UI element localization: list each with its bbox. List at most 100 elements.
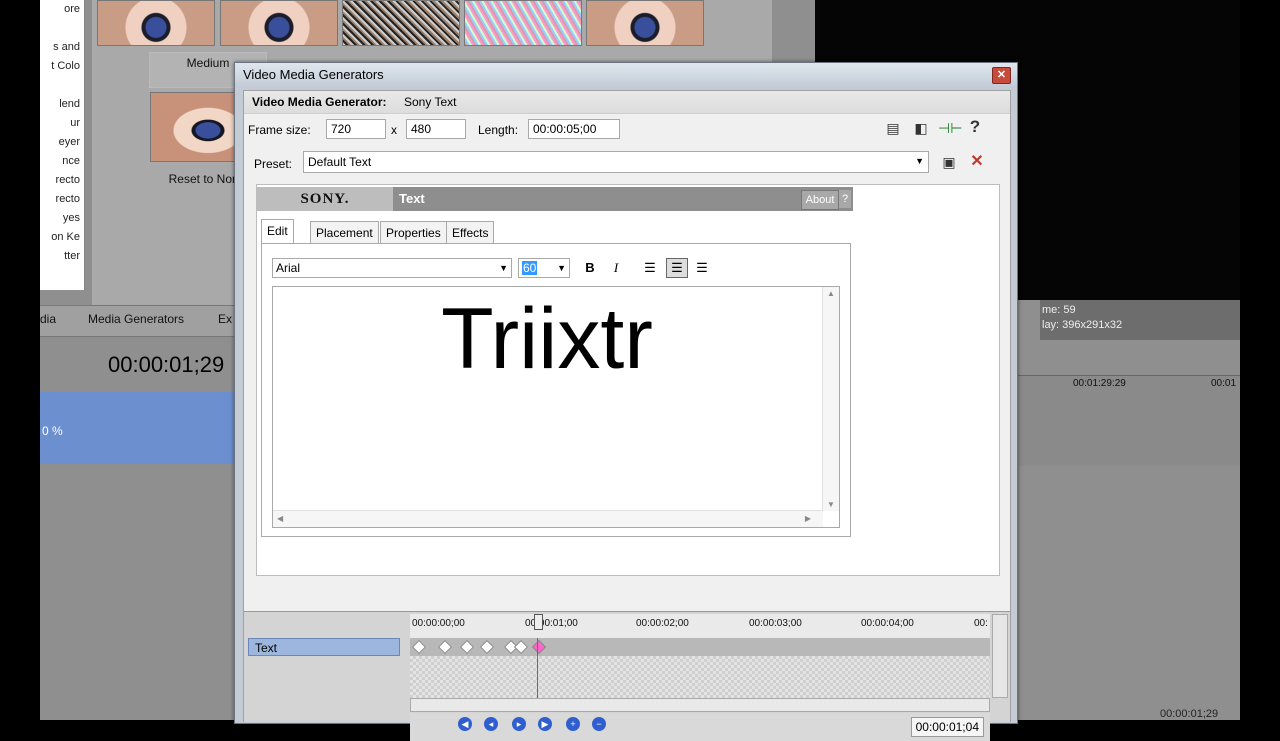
- preset-dropdown[interactable]: Default Text ▼: [303, 151, 929, 173]
- first-keyframe-icon[interactable]: ◀: [458, 717, 472, 731]
- preset-thumbnail[interactable]: [220, 0, 338, 46]
- help-icon[interactable]: ?: [966, 118, 984, 136]
- tab-properties[interactable]: Properties: [380, 221, 447, 244]
- display-info: lay: 396x291x32: [1042, 319, 1123, 331]
- ruler-label: 00:: [974, 618, 988, 629]
- list-item[interactable]: tter: [40, 247, 84, 266]
- keyframe-horizontal-scrollbar[interactable]: [410, 698, 990, 712]
- chevron-down-icon: ▼: [557, 263, 566, 273]
- delete-preset-icon[interactable]: ✕: [968, 153, 986, 171]
- tab-media-generators[interactable]: Media Generators: [88, 312, 184, 326]
- frame-info: me: 59: [1042, 304, 1076, 316]
- length-field[interactable]: [528, 119, 620, 139]
- close-button[interactable]: ✕: [992, 67, 1011, 84]
- ruler-label: 00:00:04;00: [861, 618, 914, 629]
- zoom-readout: 0 %: [42, 424, 63, 438]
- plugin-name: Text: [399, 191, 425, 206]
- list-item[interactable]: ur: [40, 114, 84, 133]
- keyframe-row[interactable]: [410, 638, 990, 656]
- timeline-end-time: 00:00:01;29: [1160, 708, 1219, 720]
- list-item[interactable]: yes: [40, 209, 84, 228]
- list-item[interactable]: eyer: [40, 133, 84, 152]
- list-item[interactable]: t Colo: [40, 57, 84, 76]
- keyframe-timecode: 00:00:01;04: [910, 717, 984, 737]
- list-item[interactable]: recto: [40, 171, 84, 190]
- align-right-icon[interactable]: ☰: [692, 258, 712, 278]
- dialog-body: Video Media Generator: Sony Text Frame s…: [243, 90, 1011, 741]
- keyframe-controller: Text 00:00:00;00 00:00:01;00 00:00:02;00…: [244, 611, 1010, 741]
- preset-thumbnail[interactable]: [464, 0, 582, 46]
- list-item[interactable]: s and: [40, 38, 84, 57]
- font-name: Arial: [276, 261, 301, 275]
- playhead-handle[interactable]: [534, 614, 543, 630]
- preset-thumbnail[interactable]: [586, 0, 704, 46]
- keyframe-icon[interactable]: ⊣⊢: [938, 119, 962, 137]
- delete-keyframe-icon[interactable]: −: [592, 717, 606, 731]
- preset-thumbnail[interactable]: [342, 0, 460, 46]
- chevron-down-icon: ▼: [915, 156, 924, 166]
- frame-width-field[interactable]: [326, 119, 386, 139]
- keyframe-toolbar: ◀ ◂ ▸ ▶ + − 00:00:01;04: [410, 713, 990, 741]
- text-content[interactable]: Triixtr: [273, 289, 821, 389]
- effects-list[interactable]: ore s and t Colo lend ur eyer nce recto …: [40, 0, 85, 290]
- frame-height-field[interactable]: [406, 119, 466, 139]
- list-item[interactable]: [40, 76, 84, 95]
- list-item[interactable]: ore: [40, 0, 84, 19]
- keyframe-lane[interactable]: [410, 638, 990, 698]
- list-item[interactable]: recto: [40, 190, 84, 209]
- tab-edit[interactable]: Edit: [261, 219, 294, 244]
- vertical-scrollbar[interactable]: ▲ ▼: [822, 287, 839, 511]
- scroll-right-icon[interactable]: ▶: [805, 514, 811, 523]
- save-icon[interactable]: ▤: [884, 119, 902, 137]
- preset-thumbnail[interactable]: [97, 0, 215, 46]
- font-size-dropdown[interactable]: 60 ▼: [518, 258, 570, 278]
- list-item[interactable]: on Ke: [40, 228, 84, 247]
- italic-button[interactable]: I: [606, 258, 626, 278]
- timeline-ruler: 00:01:29:29 00:01: [1015, 375, 1240, 466]
- plugin-help-button[interactable]: ?: [839, 190, 851, 208]
- text-editor[interactable]: Triixtr ▲ ▼ ◀ ▶: [272, 286, 840, 528]
- length-label: Length:: [478, 123, 519, 137]
- keyframe-vertical-scrollbar[interactable]: [992, 614, 1008, 698]
- preset-value: Default Text: [308, 155, 372, 169]
- plugin-header: SONY. Text About ?: [257, 187, 853, 211]
- keyframe-track-label[interactable]: Text: [248, 638, 400, 656]
- next-keyframe-icon[interactable]: ▸: [512, 717, 526, 731]
- tab-placement[interactable]: Placement: [310, 221, 379, 244]
- ruler-label: 00:01:29:29: [1073, 378, 1126, 389]
- tab-explorer[interactable]: Ex: [218, 312, 232, 326]
- video-info: me: 59 lay: 396x291x32: [1040, 300, 1240, 340]
- save-preset-icon[interactable]: ▣: [940, 153, 958, 171]
- font-dropdown[interactable]: Arial ▼: [272, 258, 512, 278]
- last-keyframe-icon[interactable]: ▶: [538, 717, 552, 731]
- list-item[interactable]: lend: [40, 95, 84, 114]
- tab-media[interactable]: dia: [40, 312, 56, 326]
- list-item[interactable]: nce: [40, 152, 84, 171]
- dialog-title-bar[interactable]: Video Media Generators ✕: [235, 63, 1017, 87]
- add-keyframe-icon[interactable]: +: [566, 717, 580, 731]
- keyframe-marker[interactable]: [459, 639, 475, 655]
- ruler-label: 00:00:02;00: [636, 618, 689, 629]
- generator-header: Video Media Generator: Sony Text: [244, 91, 1010, 114]
- keyframe-marker[interactable]: [513, 639, 529, 655]
- edit-pane: Arial ▼ 60 ▼ B I ☰ ☰ ☰ Triixtr ▲ ▼ ◀ ▶: [261, 243, 851, 537]
- plugin-panel: SONY. Text About ? Edit Placement Proper…: [256, 184, 1000, 576]
- keyframe-ruler[interactable]: 00:00:00;00 00:00:01;00 00:00:02;00 00:0…: [410, 614, 990, 638]
- bold-button[interactable]: B: [580, 258, 600, 278]
- chevron-down-icon: ▼: [499, 263, 508, 273]
- about-button[interactable]: About: [801, 190, 839, 210]
- list-item[interactable]: [40, 19, 84, 38]
- prev-keyframe-icon[interactable]: ◂: [484, 717, 498, 731]
- scroll-left-icon[interactable]: ◀: [277, 514, 283, 523]
- keyframe-marker[interactable]: [531, 639, 547, 655]
- align-center-icon[interactable]: ☰: [666, 258, 688, 278]
- horizontal-scrollbar[interactable]: ◀ ▶: [273, 510, 823, 527]
- tab-effects[interactable]: Effects: [446, 221, 495, 244]
- properties-icon[interactable]: ◧: [912, 119, 930, 137]
- align-left-icon[interactable]: ☰: [640, 258, 660, 278]
- keyframe-marker[interactable]: [411, 639, 427, 655]
- keyframe-marker[interactable]: [437, 639, 453, 655]
- keyframe-marker[interactable]: [479, 639, 495, 655]
- scroll-up-icon[interactable]: ▲: [827, 289, 835, 298]
- scroll-down-icon[interactable]: ▼: [827, 500, 835, 509]
